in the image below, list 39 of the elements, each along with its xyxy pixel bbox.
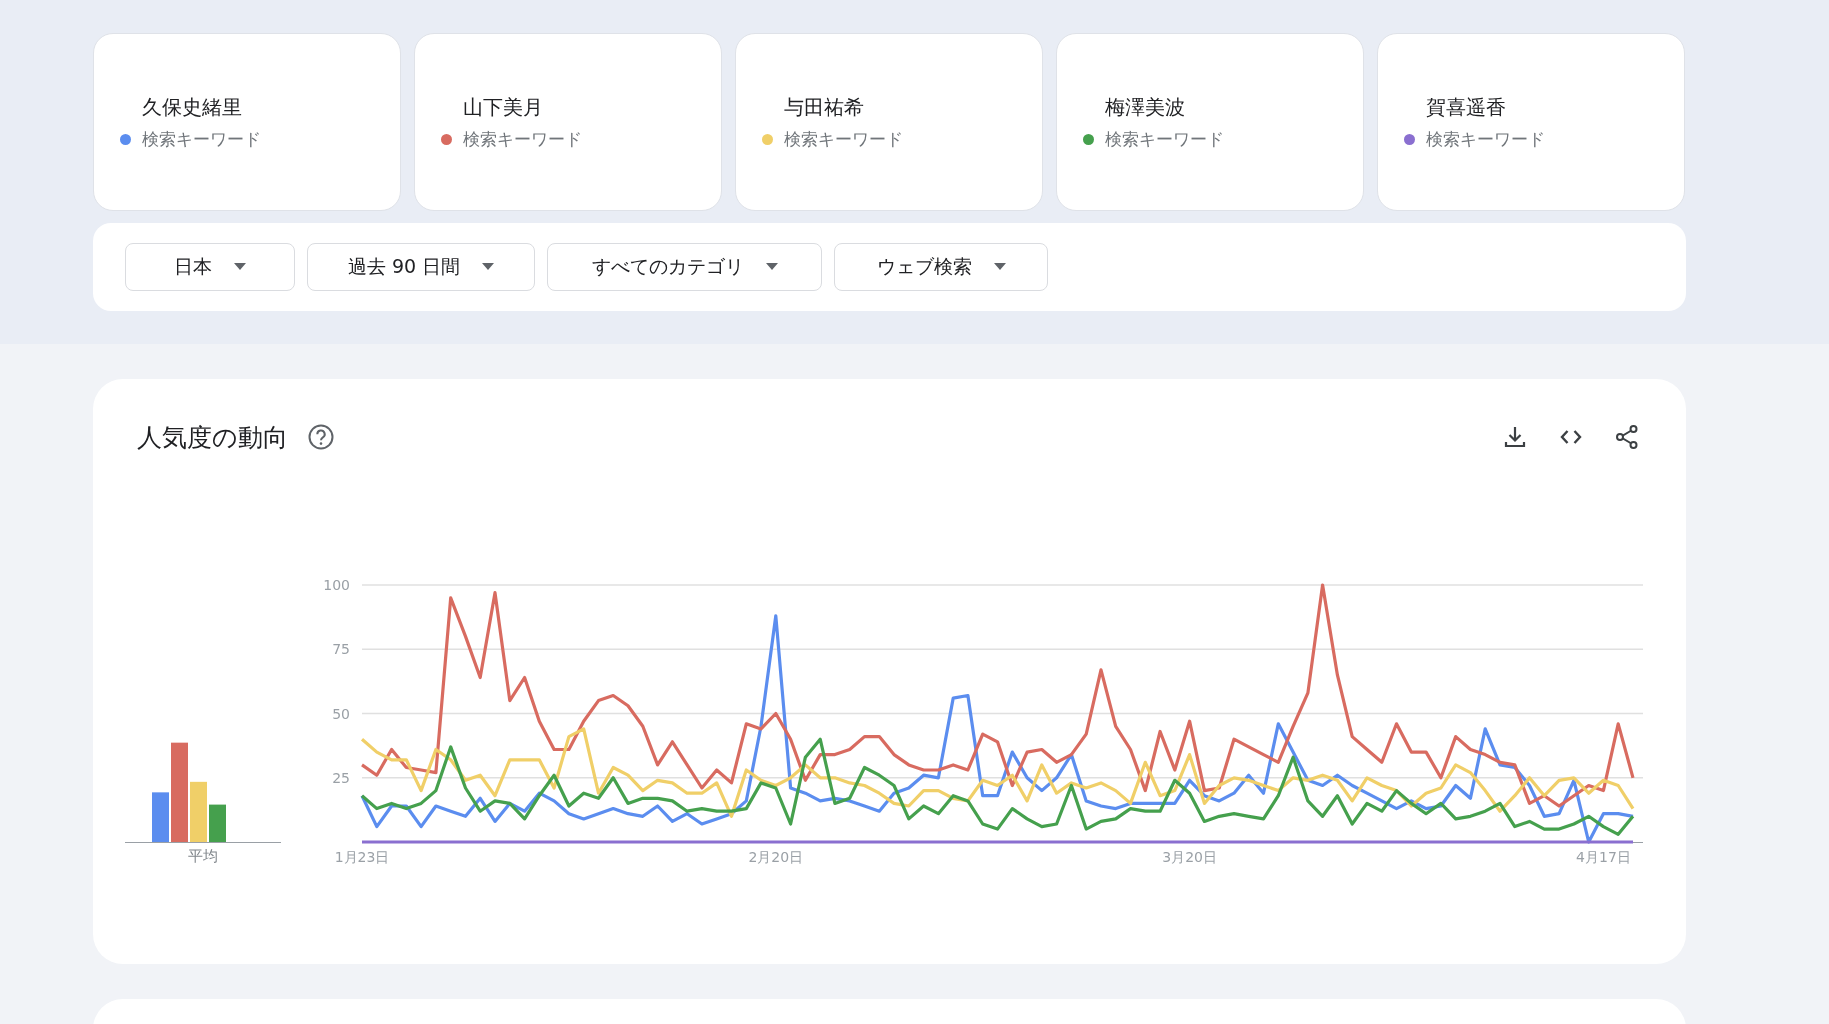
term-subtitle: 検索キーワード <box>1426 128 1545 151</box>
term-card[interactable]: 賀喜遥香 検索キーワード <box>1377 33 1685 211</box>
term-subtitle: 検索キーワード <box>784 128 903 151</box>
term-subtitle: 検索キーワード <box>1105 128 1224 151</box>
download-icon[interactable] <box>1502 424 1528 450</box>
caret-icon <box>765 263 778 271</box>
axis-label: 平均 <box>187 847 219 866</box>
caret-icon <box>482 263 495 271</box>
average-bar <box>190 781 207 842</box>
average-bar <box>209 804 226 842</box>
panel-title: 人気度の動向 <box>137 421 288 454</box>
term-name: 与田祐希 <box>784 94 865 121</box>
caret-icon <box>234 263 246 271</box>
term-card[interactable]: 山下美月 検索キーワード <box>414 33 722 211</box>
help-icon[interactable] <box>308 424 334 450</box>
filter-dropdown[interactable]: すべてのカテゴリ <box>547 243 822 291</box>
term-name: 賀喜遥香 <box>1426 94 1507 121</box>
y-tick-label: 50 <box>332 705 350 722</box>
term-subtitle: 検索キーワード <box>463 128 582 151</box>
term-name: 山下美月 <box>463 94 544 121</box>
y-tick-label: 25 <box>332 769 350 786</box>
term-card[interactable]: 久保史緒里 検索キーワード <box>93 33 401 211</box>
share-icon[interactable] <box>1614 424 1640 450</box>
x-tick-label: 3月20日 <box>1162 849 1217 865</box>
term-card[interactable]: 与田祐希 検索キーワード <box>735 33 1043 211</box>
y-tick-label: 75 <box>332 641 350 658</box>
filter-dropdown[interactable]: ウェブ検索 <box>834 243 1048 291</box>
y-tick-label: 100 <box>323 577 350 593</box>
term-name: 梅澤美波 <box>1105 94 1186 121</box>
term-card[interactable]: 梅澤美波 検索キーワード <box>1056 33 1364 211</box>
term-name: 久保史緒里 <box>142 94 243 121</box>
term-subtitle: 検索キーワード <box>142 128 261 151</box>
x-tick-label: 4月17日 <box>1576 849 1631 865</box>
average-bar <box>152 792 169 842</box>
x-tick-label: 2月20日 <box>748 849 804 865</box>
filter-dropdown[interactable]: 過去 90 日間 <box>307 243 535 291</box>
filter-dropdown[interactable]: 日本 <box>125 243 295 291</box>
caret-icon <box>993 263 1006 271</box>
x-tick-label: 1月23日 <box>334 849 390 865</box>
